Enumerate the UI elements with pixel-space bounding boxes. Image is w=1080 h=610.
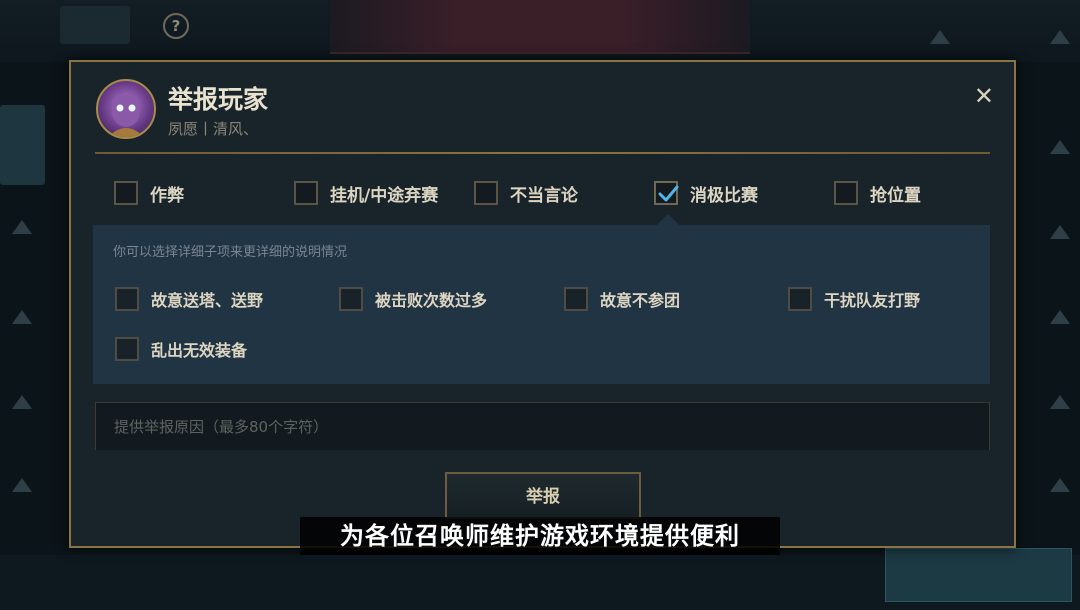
background-icon — [1050, 478, 1070, 492]
avatar-figure-icon — [108, 95, 144, 137]
option-label: 干扰队友打野 — [824, 291, 921, 310]
checkbox[interactable] — [339, 287, 363, 311]
reported-player-name: 夙愿丨清风、 — [168, 120, 259, 138]
option-label: 被击败次数过多 — [375, 291, 488, 310]
checkbox[interactable] — [115, 287, 139, 311]
reason-input[interactable] — [96, 403, 989, 450]
checkbox-checked[interactable] — [654, 181, 679, 205]
option-feeding[interactable]: 故意送塔、送野 — [115, 285, 263, 313]
option-label: 故意不参团 — [600, 291, 681, 310]
video-caption: 为各位召唤师维护游戏环境提供便利 — [300, 517, 780, 555]
background-icon — [12, 478, 32, 492]
category-label: 不当言论 — [510, 185, 578, 206]
submit-report-button[interactable]: 举报 — [445, 472, 641, 519]
background-icon — [1050, 310, 1070, 324]
option-jungle-interference[interactable]: 干扰队友打野 — [788, 285, 920, 313]
background-icon — [930, 30, 950, 44]
detail-hint: 你可以选择详细子项来更详细的说明情况 — [113, 245, 348, 260]
category-position-stealing[interactable]: 抢位置 — [834, 179, 921, 207]
option-label: 故意送塔、送野 — [151, 291, 264, 310]
background-score-banner — [330, 0, 750, 54]
checkbox[interactable] — [115, 337, 139, 361]
background-icon — [1050, 225, 1070, 239]
background-icon — [1050, 140, 1070, 154]
category-negative-play[interactable]: 消极比赛 — [654, 179, 758, 207]
checkbox[interactable] — [788, 287, 812, 311]
category-cheating[interactable]: 作弊 — [114, 179, 184, 207]
report-dialog: 举报玩家 夙愿丨清风、 ✕ 作弊 挂机/中途弃赛 不当言论 消极比赛 抢位置 你… — [69, 60, 1016, 548]
background-icon — [12, 395, 32, 409]
option-useless-items[interactable]: 乱出无效装备 — [115, 335, 247, 363]
option-label: 乱出无效装备 — [151, 341, 248, 360]
background-bottom-button — [885, 548, 1072, 602]
category-label: 抢位置 — [870, 185, 921, 206]
background-icon — [1050, 30, 1070, 44]
checkbox[interactable] — [834, 181, 858, 205]
close-icon[interactable]: ✕ — [974, 84, 994, 108]
checkbox[interactable] — [294, 181, 318, 205]
reason-field — [95, 402, 990, 450]
detail-options-panel: 你可以选择详细子项来更详细的说明情况 故意送塔、送野 被击败次数过多 故意不参团… — [93, 225, 990, 384]
background-icon — [1050, 395, 1070, 409]
category-label: 作弊 — [150, 185, 184, 206]
checkbox[interactable] — [114, 181, 138, 205]
divider — [95, 152, 990, 154]
category-label: 消极比赛 — [690, 185, 758, 206]
background-icon — [12, 310, 32, 324]
checkmark-icon — [658, 185, 679, 202]
avatar — [96, 79, 156, 139]
background-side-panel — [0, 105, 45, 185]
help-icon[interactable]: ? — [163, 13, 189, 39]
background-profile-tab — [60, 6, 130, 44]
checkbox[interactable] — [564, 287, 588, 311]
background-icon — [12, 220, 32, 234]
checkbox[interactable] — [474, 181, 498, 205]
category-inappropriate-speech[interactable]: 不当言论 — [474, 179, 578, 207]
option-too-many-deaths[interactable]: 被击败次数过多 — [339, 285, 487, 313]
category-afk-quit[interactable]: 挂机/中途弃赛 — [294, 179, 438, 207]
category-label: 挂机/中途弃赛 — [330, 185, 439, 206]
option-no-teamfight[interactable]: 故意不参团 — [564, 285, 680, 313]
dialog-title: 举报玩家 — [168, 85, 269, 114]
